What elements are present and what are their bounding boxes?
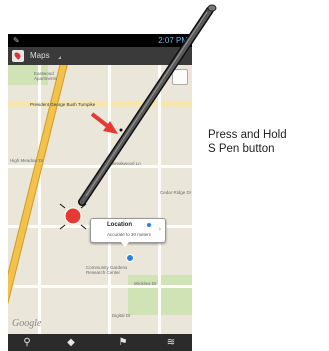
tap-indicator [59, 203, 87, 230]
red-arrow-icon [90, 112, 118, 134]
s-pen-button [119, 128, 123, 132]
instruction-line-2: S Pen button [208, 143, 275, 155]
instruction-line-1: Press and Hold [208, 129, 287, 141]
instruction-text: Press and Hold S Pen button [208, 128, 287, 156]
pen-overlay [59, 4, 217, 230]
s-pen [78, 4, 217, 206]
